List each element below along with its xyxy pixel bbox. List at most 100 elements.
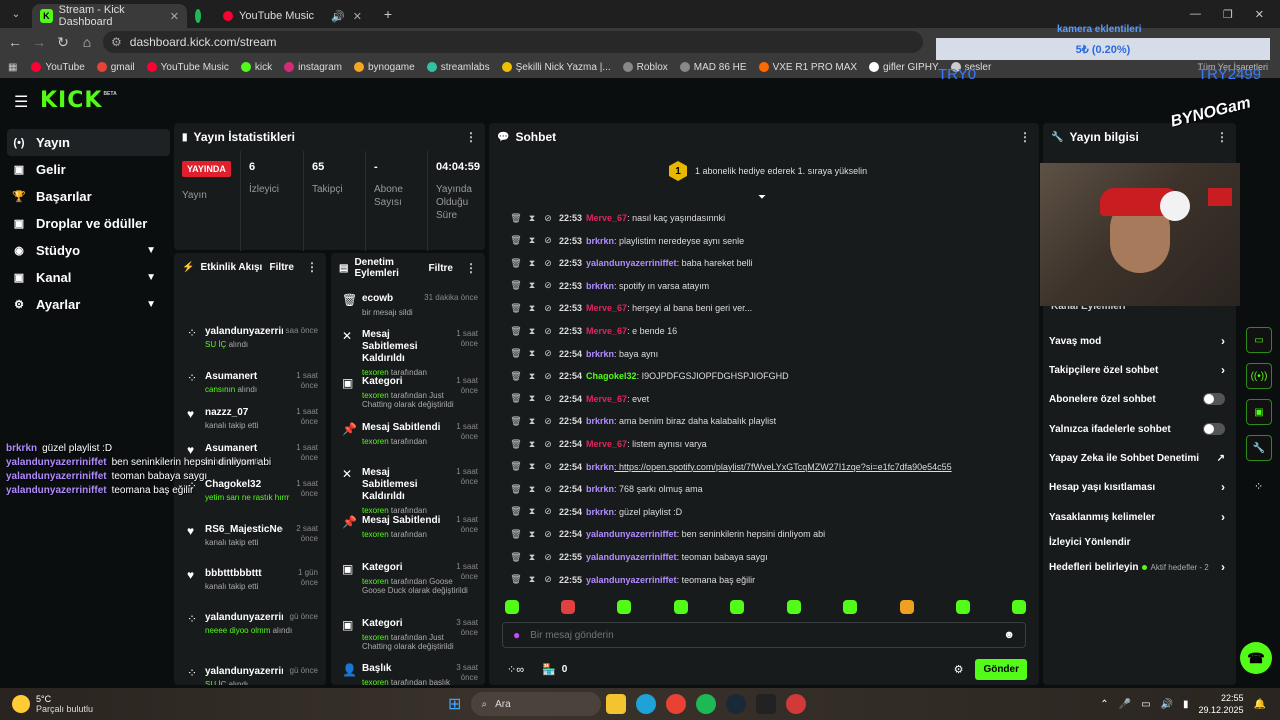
ban-icon[interactable]: ⊘	[541, 258, 555, 269]
more-options-icon[interactable]: ⋮	[1019, 130, 1031, 144]
delete-icon[interactable]: 🗑	[509, 529, 523, 540]
ban-icon[interactable]: ⊘	[541, 348, 555, 359]
sidebar-item-3[interactable]: ▣ Droplar ve ödüller	[0, 210, 170, 237]
ban-icon[interactable]: ⊘	[541, 213, 555, 224]
bookmark-item[interactable]: gmail	[96, 62, 135, 73]
info-setting-item[interactable]: İzleyici Yönlendir	[1049, 531, 1225, 553]
delete-icon[interactable]: 🗑	[509, 371, 523, 382]
timeout-icon[interactable]: ⧗	[525, 416, 539, 427]
bookmark-item[interactable]: Roblox	[622, 62, 668, 73]
timeout-icon[interactable]: ⧗	[525, 280, 539, 291]
ban-icon[interactable]: ⊘	[541, 371, 555, 382]
toggle-switch[interactable]	[1203, 423, 1225, 435]
new-tab-button[interactable]: +	[376, 6, 400, 22]
epic-games-icon[interactable]	[756, 694, 777, 714]
delete-icon[interactable]: 🗑	[509, 235, 523, 246]
delete-icon[interactable]: 🗑	[509, 439, 523, 450]
delete-icon[interactable]: 🗑	[509, 416, 523, 427]
delete-icon[interactable]: 🗑	[509, 574, 523, 585]
microphone-tray-icon[interactable]: 🎤	[1119, 699, 1131, 710]
save-icon[interactable]: ▣	[1246, 399, 1272, 425]
activity-item[interactable]: ⁘ yalandunyazerriniffet gü önce neeee diyoo…	[187, 612, 318, 635]
moderation-item[interactable]: 👤 Başlık 3 saat önce texoren tarafından baş…	[342, 663, 478, 685]
emote-icon[interactable]	[561, 600, 575, 614]
network-icon[interactable]: ▭	[1141, 699, 1150, 710]
activity-item[interactable]: ⁘ yalandunyazerriniffet gü önce SU İÇ alınd…	[187, 666, 318, 685]
chat-message[interactable]: 🗑 ⧗ ⊘ 22:54 brkrkn: 768 şarkı olmuş ama	[509, 481, 702, 497]
timeout-icon[interactable]: ⧗	[525, 371, 539, 382]
emote-icon[interactable]	[617, 600, 631, 614]
ban-icon[interactable]: ⊘	[541, 416, 555, 427]
delete-icon[interactable]: 🗑	[509, 303, 523, 314]
bookmark-item[interactable]: MAD 86 HE	[679, 62, 747, 73]
chat-message[interactable]: 🗑 ⧗ ⊘ 22:53 Merve_67: herşeyi al bana beni g…	[509, 300, 752, 316]
moderation-item[interactable]: ✕ Mesaj Sabitlemesi Kaldırıldı 1 saat önce…	[342, 329, 478, 377]
sidebar-item-1[interactable]: ▣ Gelir	[0, 156, 170, 183]
clock[interactable]: 22:55 29.12.2025	[1199, 692, 1244, 716]
moderation-item[interactable]: ▣ Kategori 1 saat önce texoren tarafından G…	[342, 562, 478, 595]
delete-icon[interactable]: 🗑	[509, 326, 523, 337]
close-tab-icon[interactable]: ✕	[170, 10, 179, 23]
edge-icon[interactable]	[636, 694, 657, 714]
tools-icon[interactable]: 🔧	[1246, 435, 1272, 461]
chat-popout-icon[interactable]: ▭	[1246, 327, 1272, 353]
emoji-icon[interactable]: ☻	[1003, 629, 1015, 641]
more-options-icon[interactable]: ⋮	[1216, 130, 1228, 144]
bookmark-item[interactable]: VXE R1 PRO MAX	[758, 62, 857, 73]
timeout-icon[interactable]: ⧗	[525, 393, 539, 404]
emote-icon[interactable]	[1012, 600, 1026, 614]
ban-icon[interactable]: ⊘	[541, 303, 555, 314]
chat-input-box[interactable]: ● ☻	[502, 622, 1026, 648]
message-user[interactable]: brkrkn	[586, 281, 614, 291]
timeout-icon[interactable]: ⧗	[525, 326, 539, 337]
timeout-icon[interactable]: ⧗	[525, 484, 539, 495]
chat-message[interactable]: 🗑 ⧗ ⊘ 22:53 yalandunyazerriniffet: baba hare…	[509, 255, 752, 271]
filter-button[interactable]: Filtre	[270, 262, 294, 273]
more-options-icon[interactable]: ⋮	[465, 261, 477, 275]
ban-icon[interactable]: ⊘	[541, 280, 555, 291]
toggle-switch[interactable]	[1203, 393, 1225, 405]
message-user[interactable]: Merve_67	[586, 394, 627, 404]
info-setting-item[interactable]: Hedefleri belirleyin Aktif hedefler - 2 ›	[1049, 556, 1225, 578]
moderation-item[interactable]: ▣ Kategori 1 saat önce texoren tarafından J…	[342, 376, 478, 409]
chrome-icon[interactable]	[666, 694, 687, 714]
info-setting-item[interactable]: Yapay Zeka ile Sohbet Denetimi ↗	[1049, 447, 1225, 469]
timeout-icon[interactable]: ⧗	[525, 439, 539, 450]
info-setting-item[interactable]: Abonelere özel sohbet	[1049, 388, 1225, 410]
close-tab-icon[interactable]: ✕	[353, 10, 362, 23]
chat-message[interactable]: 🗑 ⧗ ⊘ 22:54 Merve_67: evet	[509, 391, 649, 407]
hamburger-menu-icon[interactable]: ☰	[14, 92, 28, 112]
chat-message[interactable]: 🗑 ⧗ ⊘ 22:54 brkrkn: güzel playlist :D	[509, 504, 682, 520]
microphone-icon[interactable]: ●	[513, 628, 520, 642]
delete-icon[interactable]: 🗑	[509, 393, 523, 404]
timeout-icon[interactable]: ⧗	[525, 574, 539, 585]
activity-item[interactable]: ⁘ yalandunyazerriniffetsaa önce SU İÇ alın…	[187, 326, 318, 349]
timeout-icon[interactable]: ⧗	[525, 213, 539, 224]
timeout-icon[interactable]: ⧗	[525, 506, 539, 517]
moderation-item[interactable]: 📌 Mesaj Sabitlendi 1 saat önce texoren tara…	[342, 515, 478, 539]
info-setting-item[interactable]: Takipçilere özel sohbet ›	[1049, 359, 1225, 381]
bookmark-item[interactable]: streamlabs	[426, 62, 490, 73]
timeout-icon[interactable]: ⧗	[525, 258, 539, 269]
delete-icon[interactable]: 🗑	[509, 258, 523, 269]
more-options-icon[interactable]: ⋮	[465, 130, 477, 144]
message-user[interactable]: brkrkn	[586, 484, 614, 494]
activity-item[interactable]: ♥ bbbtttbbbttt 1 gün önce kanalı takip etti	[187, 568, 318, 591]
message-user[interactable]: Chagokel32	[586, 371, 637, 381]
chat-message[interactable]: 🗑 ⧗ ⊘ 22:54 brkrkn: https://open.spotify.com…	[509, 459, 951, 475]
tab-youtube-music[interactable]: YouTube Music 🔊 ✕	[215, 4, 370, 28]
message-user[interactable]: yalandunyazerriniffet	[586, 529, 677, 539]
emote-icon[interactable]	[674, 600, 688, 614]
message-user[interactable]: Merve_67	[586, 326, 627, 336]
bookmark-item[interactable]: kick	[240, 62, 272, 73]
kick-logo[interactable]: KICK BETA	[40, 88, 117, 113]
steam-icon[interactable]	[726, 694, 747, 714]
chat-message[interactable]: 🗑 ⧗ ⊘ 22:54 brkrkn: ama benim biraz daha kal…	[509, 413, 776, 429]
emote-icon[interactable]	[956, 600, 970, 614]
chat-message[interactable]: 🗑 ⧗ ⊘ 22:55 yalandunyazerriniffet: teoman ba…	[509, 549, 767, 565]
emote-icon[interactable]	[505, 600, 519, 614]
loyalty-icon[interactable]: ⁘∞	[507, 663, 524, 676]
chat-settings-icon[interactable]: ⚙	[954, 663, 964, 676]
site-info-icon[interactable]: ⚙	[111, 35, 122, 49]
chat-message[interactable]: 🗑 ⧗ ⊘ 22:53 Merve_67: nasıl kaç yaşındasınnk…	[509, 210, 725, 226]
